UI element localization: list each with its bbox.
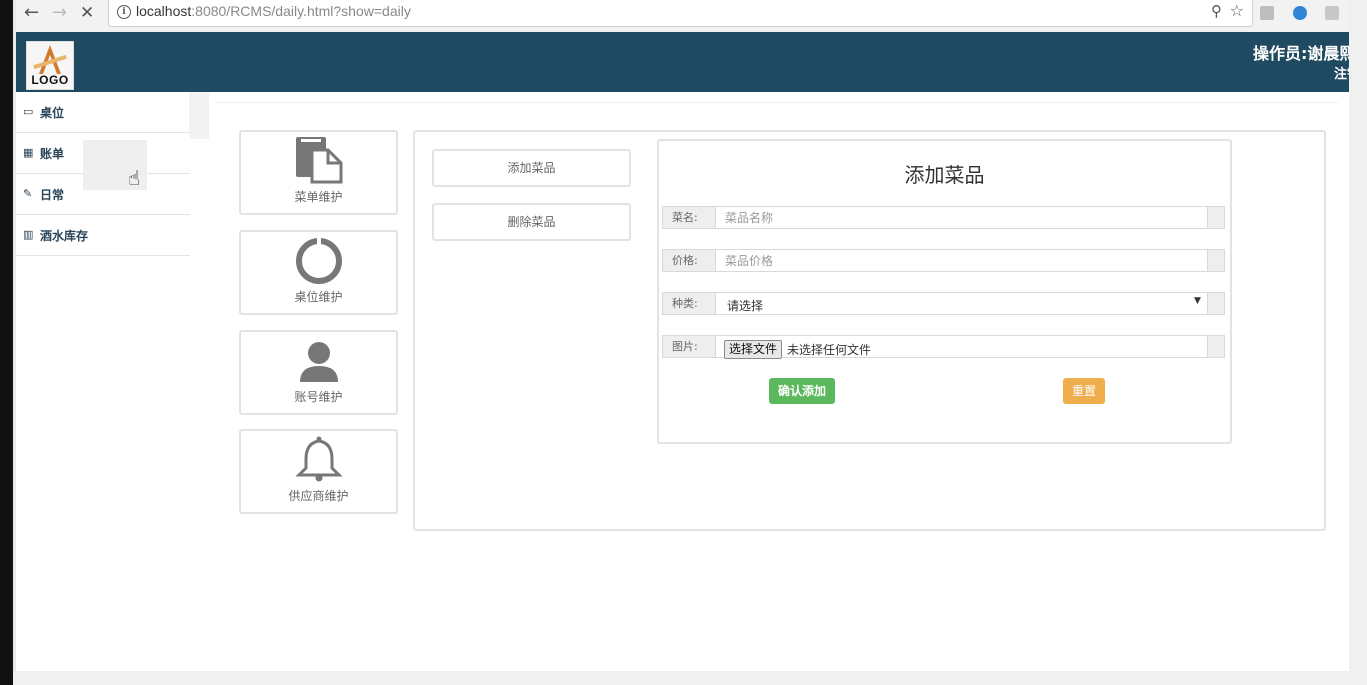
- category-select[interactable]: 请选择: [727, 297, 763, 314]
- logo-text: LOGO: [31, 73, 69, 87]
- card-supplier-maintenance[interactable]: 供应商维护: [239, 429, 398, 514]
- card-table-maintenance[interactable]: 桌位维护: [239, 230, 398, 315]
- logo: LOGO: [26, 41, 74, 90]
- file-icon: [296, 137, 343, 184]
- logo-a-icon: [33, 45, 67, 74]
- card-label: 菜单维护: [294, 190, 343, 204]
- confirm-add-button[interactable]: 确认添加: [769, 378, 835, 404]
- window-frame-right: [1349, 0, 1367, 685]
- card-account-maintenance[interactable]: 账号维护: [239, 330, 398, 415]
- dropdown-arrow-icon[interactable]: ▼: [1194, 296, 1201, 306]
- dish-name-input[interactable]: [717, 207, 1207, 228]
- operator-name: 操作员:谢晨熙: [1253, 44, 1349, 63]
- table-grid-icon: ▦: [23, 146, 34, 159]
- sidebar-item-drinks-stock[interactable]: ▥ 酒水库存: [16, 215, 190, 256]
- price-row: 价格:: [662, 249, 1225, 272]
- edit-icon: ✎: [23, 187, 33, 200]
- no-file-text: 未选择任何文件: [787, 343, 872, 357]
- sidebar-item-label: 账单: [40, 147, 65, 161]
- card-label: 供应商维护: [288, 489, 349, 503]
- extension-icon[interactable]: [1260, 6, 1274, 20]
- card-label: 账号维护: [294, 390, 343, 404]
- logout-link[interactable]: 注销: [1334, 63, 1349, 82]
- sidebar-item-label: 日常: [40, 188, 65, 202]
- stop-loading-icon[interactable]: ✕: [80, 2, 94, 24]
- zoom-icon[interactable]: ⚲: [1211, 2, 1222, 20]
- sidebar-item-label: 酒水库存: [40, 229, 89, 243]
- bell-icon: [295, 436, 343, 482]
- site-info-icon[interactable]: i: [117, 5, 131, 19]
- choose-file-button[interactable]: 选择文件: [724, 340, 783, 359]
- app-header: LOGO 操作员:谢晨熙 注销: [16, 32, 1349, 92]
- back-arrow-icon[interactable]: ←: [24, 2, 39, 24]
- reset-button[interactable]: 重置: [1063, 378, 1105, 404]
- input-addon: [1207, 336, 1224, 357]
- extension-icon[interactable]: [1325, 6, 1339, 20]
- price-label: 价格:: [663, 250, 716, 271]
- ring-icon: [296, 236, 342, 284]
- window-frame-bottom: [0, 671, 1367, 685]
- sidebar-item-label: 桌位: [40, 106, 65, 120]
- content-divider: [215, 102, 1338, 103]
- browser-toolbar: ← → ✕ i localhost:8080/RCMS/daily.html?s…: [16, 0, 1349, 33]
- forward-arrow-icon[interactable]: →: [52, 2, 67, 24]
- hand-pointer-cursor-icon: ☝: [128, 166, 141, 190]
- input-addon: [1207, 250, 1224, 271]
- input-addon: [1207, 207, 1224, 228]
- monitor-icon: ▭: [23, 105, 34, 118]
- input-addon: [1207, 293, 1224, 314]
- url-text[interactable]: localhost:8080/RCMS/daily.html?show=dail…: [136, 3, 411, 19]
- dish-name-row: 菜名:: [662, 206, 1225, 229]
- delete-dish-button[interactable]: 删除菜品: [432, 203, 631, 241]
- bookmark-star-icon[interactable]: ☆: [1230, 1, 1244, 20]
- card-menu-maintenance[interactable]: 菜单维护: [239, 130, 398, 215]
- sidebar-shade: [189, 92, 209, 139]
- image-row: 图片: 选择文件 未选择任何文件: [662, 335, 1225, 359]
- dish-name-label: 菜名:: [663, 207, 716, 228]
- barcode-icon: ▥: [23, 228, 34, 241]
- user-icon: [300, 342, 338, 382]
- category-label: 种类:: [663, 293, 716, 314]
- price-input[interactable]: [717, 250, 1207, 271]
- card-label: 桌位维护: [294, 290, 343, 304]
- category-row: 种类: 请选择 ▼: [662, 292, 1225, 315]
- image-label: 图片:: [663, 336, 716, 357]
- address-bar[interactable]: i localhost:8080/RCMS/daily.html?show=da…: [108, 0, 1253, 27]
- extension-search-icon[interactable]: [1293, 6, 1307, 20]
- url-host: localhost: [136, 3, 192, 19]
- add-dish-button[interactable]: 添加菜品: [432, 149, 631, 187]
- window-frame-left: [0, 0, 13, 685]
- form-title: 添加菜品: [904, 163, 985, 187]
- sidebar-item-tables[interactable]: ▭ 桌位: [16, 92, 190, 133]
- url-path: :8080/RCMS/daily.html?show=daily: [191, 3, 411, 19]
